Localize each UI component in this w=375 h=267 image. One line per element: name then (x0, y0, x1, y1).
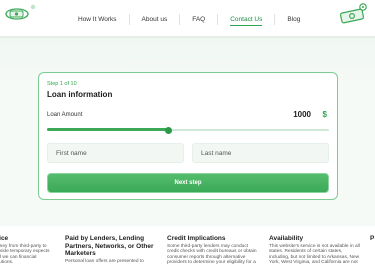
footer-column-title: Credit Implications (167, 235, 226, 242)
nav-about-us[interactable]: About us (130, 16, 180, 23)
footer-column: Credit Implications Some third-party len… (167, 235, 259, 266)
nav-how-it-works[interactable]: How It Works (66, 16, 129, 23)
nav-blog[interactable]: Blog (275, 16, 312, 23)
next-step-button[interactable]: Next step (47, 173, 329, 193)
currency-symbol: $ (322, 110, 327, 119)
footer-column: otice money from third-party to provide … (0, 235, 55, 266)
header: How It Works About us FAQ Contact Us Blo… (0, 0, 375, 36)
form-title: Loan information (47, 90, 113, 99)
footer-column-text: money from third-party to provide tempor… (0, 243, 50, 266)
money-stack-icon (339, 3, 367, 24)
loan-amount-value: 1000 (293, 110, 311, 119)
footer-column: P (370, 235, 375, 243)
loan-amount-label: Loan Amount (47, 112, 83, 118)
section-divider (0, 36, 375, 38)
footer-column-text: Some third-party lenders may conduct cre… (167, 243, 257, 266)
nav-contact-us[interactable]: Contact Us (218, 16, 274, 26)
loan-amount-slider[interactable] (47, 126, 329, 134)
main-nav: How It Works About us FAQ Contact Us Blo… (66, 13, 312, 26)
last-name-input[interactable] (192, 143, 329, 163)
footer-column-text: This website's service is not available … (269, 243, 360, 266)
footer-column-title: P (370, 235, 375, 242)
nav-faq[interactable]: FAQ (180, 16, 217, 23)
footer-column-text: Personal loan offers are presented to (65, 258, 144, 264)
footer-column-title: otice (0, 235, 9, 242)
footer: otice money from third-party to provide … (0, 226, 375, 267)
step-indicator: Step 1 of 10 (47, 81, 77, 87)
loan-form-card: Step 1 of 10 Loan information Loan Amoun… (38, 72, 338, 200)
footer-column-title: Availability (269, 235, 304, 242)
footer-column-title: Paid by Lenders, Lending Partners, Netwo… (65, 235, 154, 257)
footer-column: Paid by Lenders, Lending Partners, Netwo… (65, 235, 157, 264)
logo-left-icon (5, 4, 36, 20)
slider-thumb[interactable] (164, 126, 172, 134)
slider-fill (47, 128, 169, 131)
footer-column: Availability This website's service is n… (269, 235, 361, 266)
first-name-input[interactable] (47, 143, 184, 163)
